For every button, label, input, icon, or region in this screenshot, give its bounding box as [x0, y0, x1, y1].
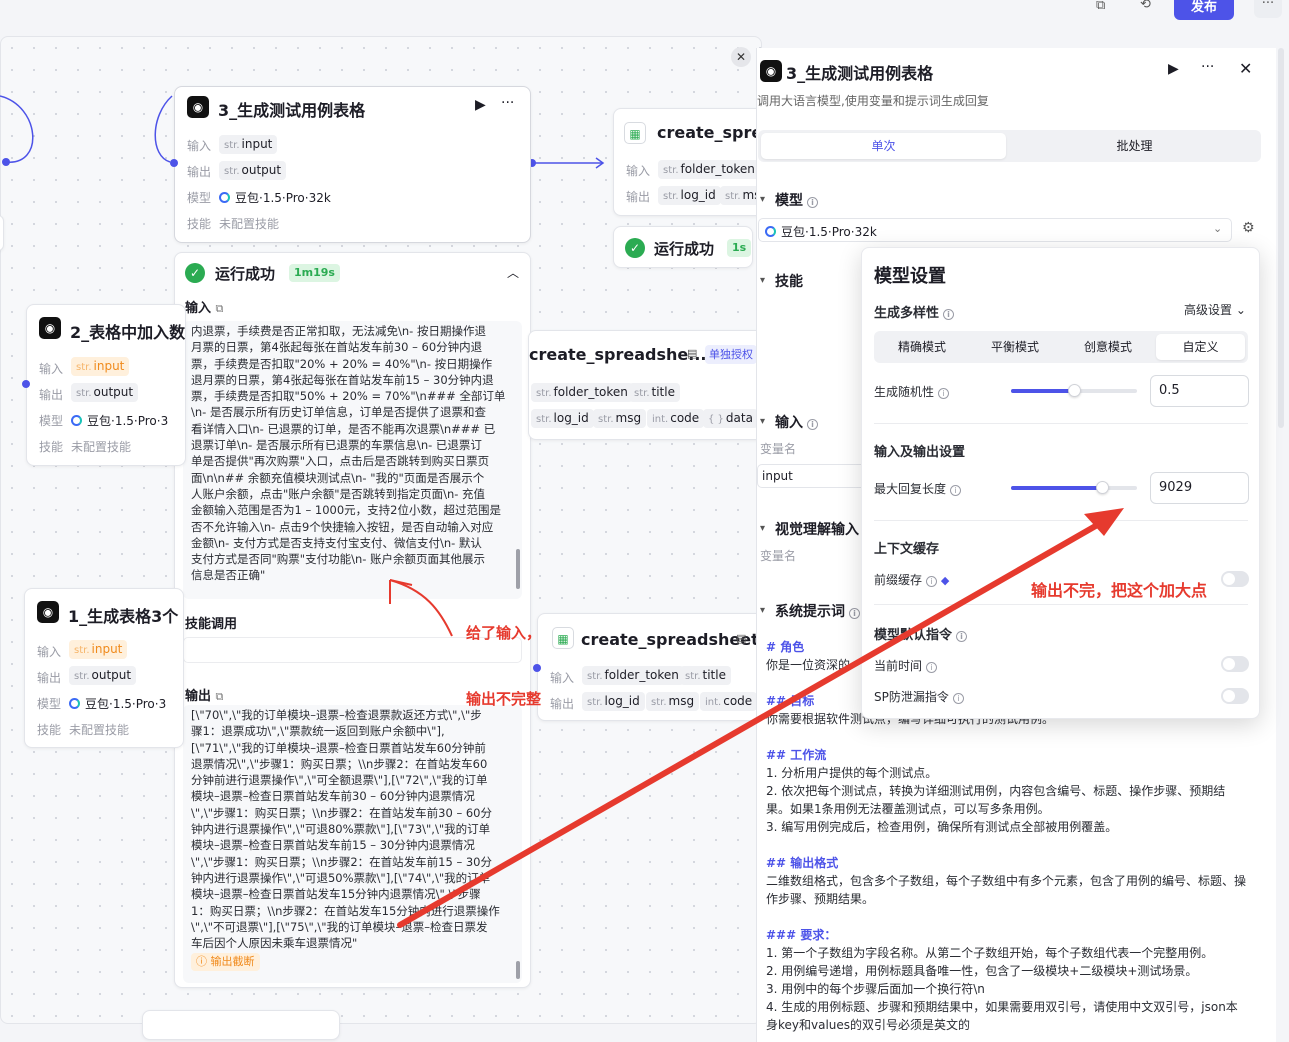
annotation-arrows [389, 508, 1124, 928]
annotation-gave-input: 给了输入， [466, 624, 542, 642]
annotation-make-bigger: 输出不完，把这个加大点 [1031, 581, 1208, 600]
annotation-output-incomplete: 输出不完整 [466, 690, 542, 708]
